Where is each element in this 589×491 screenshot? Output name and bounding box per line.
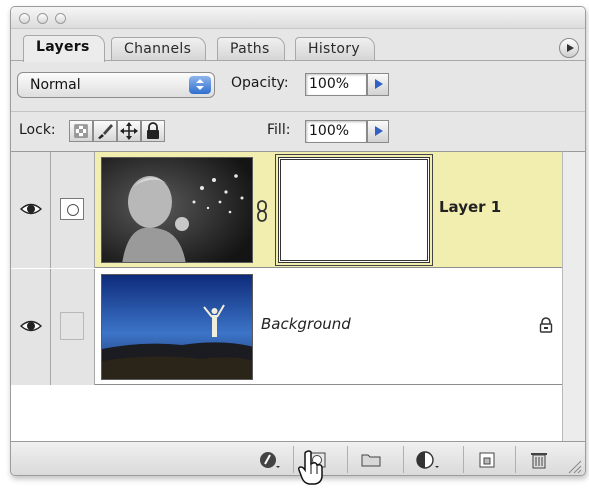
layer-1-thumbnail[interactable] [101, 157, 253, 263]
trash-icon [531, 453, 547, 469]
tab-paths[interactable]: Paths [217, 37, 285, 61]
layer-style-icon [260, 452, 280, 468]
lock-transparency-button[interactable] [69, 120, 93, 142]
visibility-column [11, 269, 51, 385]
new-group-icon [361, 454, 381, 467]
panel-menu-button[interactable] [559, 38, 579, 58]
background-thumbnail[interactable] [101, 274, 253, 380]
empty-link-box [60, 312, 84, 340]
lock-icon [147, 122, 159, 139]
resize-grip-icon[interactable] [566, 458, 582, 474]
minimize-window-button[interactable] [37, 13, 48, 24]
layers-list: Layer 1 Background [11, 151, 562, 441]
tab-channels[interactable]: Channels [111, 37, 207, 61]
layer-mask-thumbnail[interactable] [278, 157, 430, 263]
move-arrows-icon [120, 122, 138, 140]
brush-icon [98, 124, 113, 139]
layers-scrollbar[interactable] [562, 151, 585, 441]
layer-name[interactable]: Background [261, 315, 351, 333]
blend-mode-value: Normal [30, 77, 81, 93]
background-lock-icon [539, 317, 553, 333]
checkerboard-icon [74, 124, 88, 138]
boy-blowing-dandelion-image [102, 158, 252, 262]
layer-mask-indicator-icon [60, 198, 84, 220]
layer-name[interactable]: Layer 1 [439, 198, 501, 216]
tab-history[interactable]: History [295, 37, 375, 61]
lock-row: Lock: Fill: 100% [11, 111, 585, 149]
new-layer-icon [479, 452, 495, 468]
layer-row-layer-1[interactable]: Layer 1 [11, 152, 562, 268]
opacity-input[interactable]: 100% [305, 73, 367, 96]
lock-pixels-button[interactable] [93, 120, 117, 142]
blend-mode-select[interactable]: Normal [17, 72, 215, 98]
tab-layers[interactable]: Layers [23, 35, 105, 62]
adjustment-layer-icon [416, 451, 439, 469]
link-chain-icon[interactable] [256, 200, 268, 222]
visibility-column [11, 152, 51, 268]
layer-row-background[interactable]: Background [11, 269, 562, 385]
fill-input[interactable]: 100% [305, 120, 367, 143]
lock-label: Lock: [19, 122, 56, 138]
mask-indicator-column [51, 152, 95, 268]
eye-icon[interactable] [20, 202, 42, 216]
fill-slider-button[interactable] [367, 120, 389, 143]
opacity-label: Opacity: [231, 75, 289, 91]
delete-layer-button[interactable] [515, 446, 559, 473]
select-stepper-icon [189, 76, 211, 94]
blend-row: Normal Opacity: 100% [11, 65, 585, 105]
layer-style-button[interactable] [247, 446, 291, 473]
zoom-window-button[interactable] [55, 13, 66, 24]
adjustment-layer-button[interactable] [403, 446, 447, 473]
hand-cursor-icon [298, 450, 323, 485]
lock-all-button[interactable] [141, 120, 165, 142]
lock-position-button[interactable] [117, 120, 141, 142]
new-layer-button[interactable] [463, 446, 507, 473]
title-bar [11, 7, 585, 29]
mask-indicator-column [51, 269, 95, 385]
close-window-button[interactable] [19, 13, 30, 24]
opacity-slider-button[interactable] [367, 73, 389, 96]
panel-tabs: Layers Channels Paths History [19, 31, 579, 62]
night-sky-figure-image [102, 275, 252, 379]
fill-label: Fill: [267, 122, 291, 138]
new-group-button[interactable] [347, 446, 391, 473]
layers-panel: Layers Channels Paths History Normal Opa… [10, 6, 586, 476]
eye-icon[interactable] [20, 319, 42, 333]
